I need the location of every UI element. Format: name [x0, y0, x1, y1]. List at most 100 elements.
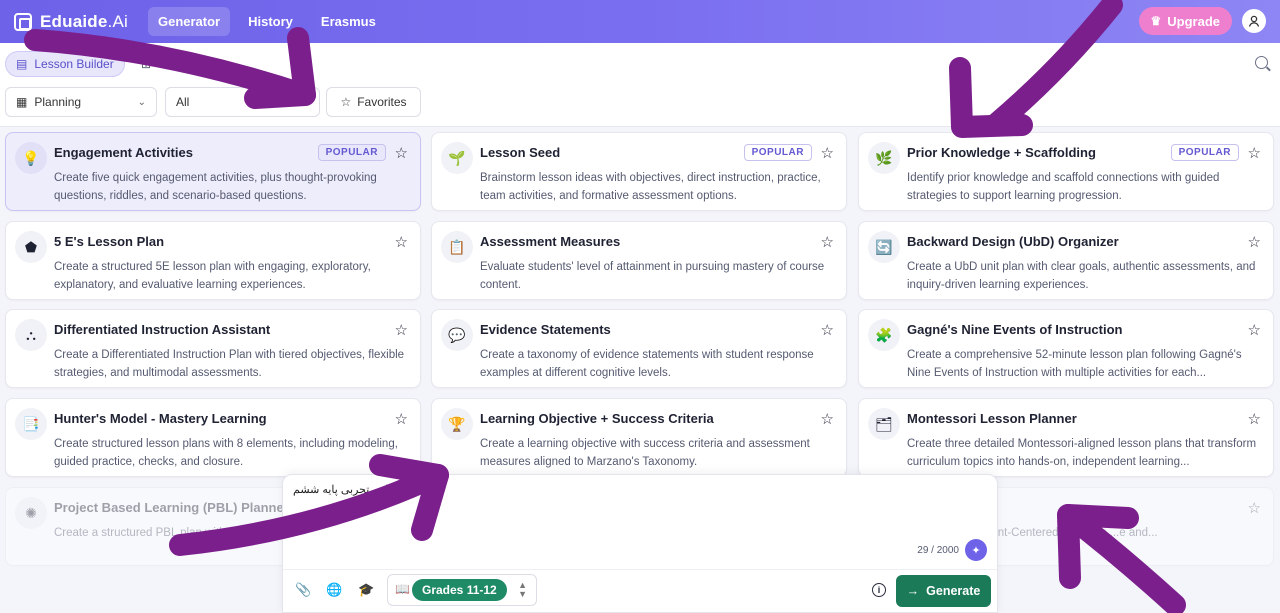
tool-card[interactable]: 🌿 Prior Knowledge + Scaffolding Identify p…	[858, 132, 1274, 211]
pentagon-icon: ⬟	[15, 231, 47, 263]
clipboard-icon: ▤	[16, 57, 28, 71]
tool-card[interactable]: ⬟ 5 E's Lesson Plan Create a structured 5E…	[5, 221, 421, 300]
favorite-star-icon[interactable]: ☆	[821, 321, 834, 339]
tool-card[interactable]: 🌱 Lesson Seed Brainstorm lesson ideas with…	[431, 132, 847, 211]
tool-card-description: Create a Differentiated Instruction Plan…	[54, 349, 405, 379]
speech-check-icon: 💬	[441, 319, 473, 351]
enhance-prompt-button[interactable]: ✦	[965, 539, 987, 561]
level-select[interactable]: All	[165, 87, 320, 117]
tool-card-title: Prior Knowledge + Scaffolding	[907, 145, 1096, 160]
seedling-icon: 🌱	[441, 142, 473, 174]
favorite-star-icon[interactable]: ☆	[395, 410, 408, 428]
tool-card-title: Gagné's Nine Events of Instruction	[907, 322, 1123, 337]
tool-card-title: Engagement Activities	[54, 145, 193, 160]
generate-button[interactable]: → Generate	[896, 575, 991, 607]
brand-name: Eduaide	[40, 11, 108, 31]
lightbulb-icon: 💡	[15, 142, 47, 174]
tab-lesson-builder[interactable]: ▤ Lesson Builder	[5, 51, 125, 77]
grid-icon: ⊞	[141, 57, 152, 71]
tool-card[interactable]: 🏆 Learning Objective + Success Criteria Cr…	[431, 398, 847, 477]
tool-card[interactable]: 📋 Assessment Measures Evaluate students' l…	[431, 221, 847, 300]
popular-badge: POPULAR	[317, 144, 386, 161]
prompt-input[interactable]: پنجم علوم تجربی پایه ششم	[293, 483, 419, 496]
favorite-star-icon[interactable]: ☆	[1248, 144, 1261, 162]
avatar[interactable]	[1242, 9, 1266, 33]
book-icon: 📖	[395, 582, 410, 596]
user-icon	[1248, 15, 1260, 27]
tool-card-description: Create a structured 5E lesson plan with …	[54, 261, 371, 291]
star-icon: ☆	[340, 95, 352, 109]
tool-card[interactable]: ⛬ Differentiated Instruction Assistant Cre…	[5, 309, 421, 388]
nav-erasmus[interactable]: Erasmus	[311, 7, 386, 36]
tool-card-description: Identify prior knowledge and scaffold co…	[907, 172, 1220, 202]
nav-history[interactable]: History	[238, 7, 303, 36]
tool-card-description: Brainstorm lesson ideas with objectives,…	[480, 172, 821, 202]
chevron-down-icon: ⌄	[137, 96, 146, 108]
favorite-star-icon[interactable]: ☆	[1248, 410, 1261, 428]
favorite-star-icon[interactable]: ☆	[1248, 321, 1261, 339]
character-counter: 29 / 2000	[917, 545, 959, 556]
tool-card-description: Create a taxonomy of evidence statements…	[480, 349, 814, 379]
tool-card-title: Montessori Lesson Planner	[907, 411, 1077, 426]
hierarchy-icon: ⛬	[15, 319, 47, 351]
tab-organizers[interactable]: ⊞ Organizers	[131, 51, 227, 77]
blocks-icon: 🧩	[868, 319, 900, 351]
list-icon: 📑	[15, 408, 47, 440]
network-icon: ✺	[15, 497, 47, 529]
plant-icon: 🌿	[868, 142, 900, 174]
tool-card-title: Project Based Learning (PBL) Planner	[54, 500, 289, 515]
cycle-icon: 🔄	[868, 231, 900, 263]
nav-generator[interactable]: Generator	[147, 7, 231, 36]
tool-card[interactable]: 📑 Hunter's Model - Mastery Learning Create…	[5, 398, 421, 477]
logo-icon	[14, 12, 32, 31]
calendar-icon: ▦	[16, 95, 28, 109]
grade-value: Grades 11-12	[412, 579, 507, 601]
favorite-star-icon[interactable]: ☆	[395, 233, 408, 251]
tool-card[interactable]: 💬 Evidence Statements Create a taxonomy of…	[431, 309, 847, 388]
favorites-label: Favorites	[357, 95, 407, 109]
divider	[283, 569, 997, 570]
tool-card-description: Create a UbD unit plan with clear goals,…	[907, 261, 1256, 291]
tool-card-title: Assessment Measures	[480, 234, 621, 249]
tool-card-description: Create structured lesson plans with 8 el…	[54, 438, 398, 468]
tool-card-title: Lesson Seed	[480, 145, 561, 160]
favorite-star-icon[interactable]: ☆	[395, 321, 408, 339]
category-value: Planning	[34, 95, 82, 109]
tool-card[interactable]: 🗂 Montessori Lesson Planner Create three d…	[858, 398, 1274, 477]
favorites-button[interactable]: ☆ Favorites	[326, 87, 421, 117]
generate-label: Generate	[926, 584, 981, 598]
favorite-star-icon[interactable]: ☆	[821, 233, 834, 251]
tool-card-description: Create a comprehensive 52-minute lesson …	[907, 349, 1242, 379]
tool-card[interactable]: 💡 Engagement Activities Create five quick …	[5, 132, 421, 211]
main-nav: Generator History Erasmus	[147, 7, 394, 36]
favorite-star-icon[interactable]: ☆	[395, 144, 408, 162]
favorite-star-icon[interactable]: ☆	[821, 144, 834, 162]
tool-card-description: Create five quick engagement activities,…	[54, 172, 377, 202]
favorite-star-icon[interactable]: ☆	[1248, 233, 1261, 251]
tool-card-title: 5 E's Lesson Plan	[54, 234, 165, 249]
favorite-star-icon[interactable]: ☆	[821, 410, 834, 428]
grade-selector[interactable]: 📖 Grades 11-12 ▲ ▼	[387, 574, 537, 606]
arrow-right-icon: →	[906, 584, 920, 598]
globe-icon[interactable]: 🌐	[326, 582, 342, 598]
trophy-icon: 🏆	[441, 408, 473, 440]
tab-lesson-builder-label: Lesson Builder	[34, 57, 114, 71]
tab-organizers-label: Organizers	[158, 57, 217, 71]
favorite-star-icon[interactable]: ☆	[1248, 499, 1261, 517]
category-select[interactable]: ▦ Planning ⌄	[5, 87, 157, 117]
tool-card[interactable]: 🔄 Backward Design (UbD) Organizer Create a…	[858, 221, 1274, 300]
brand-suffix: .Ai	[107, 11, 128, 31]
upgrade-button[interactable]: ♛ Upgrade	[1138, 7, 1232, 35]
graduation-cap-icon[interactable]: 🎓	[358, 582, 374, 598]
tool-card-title: Hunter's Model - Mastery Learning	[54, 411, 267, 426]
attach-icon[interactable]: 📎	[295, 582, 311, 598]
clipboard-icon: 📋	[441, 231, 473, 263]
tool-card-title: Differentiated Instruction Assistant	[54, 322, 271, 337]
popular-badge: POPULAR	[743, 144, 812, 161]
tool-card[interactable]: 🧩 Gagné's Nine Events of Instruction Creat…	[858, 309, 1274, 388]
popular-badge: POPULAR	[1170, 144, 1239, 161]
brand-logo[interactable]: Eduaide.Ai	[14, 12, 128, 32]
info-icon[interactable]: i	[872, 583, 886, 597]
tool-card-description: Create three detailed Montessori-aligned…	[907, 438, 1257, 468]
search-icon[interactable]	[1255, 56, 1268, 69]
